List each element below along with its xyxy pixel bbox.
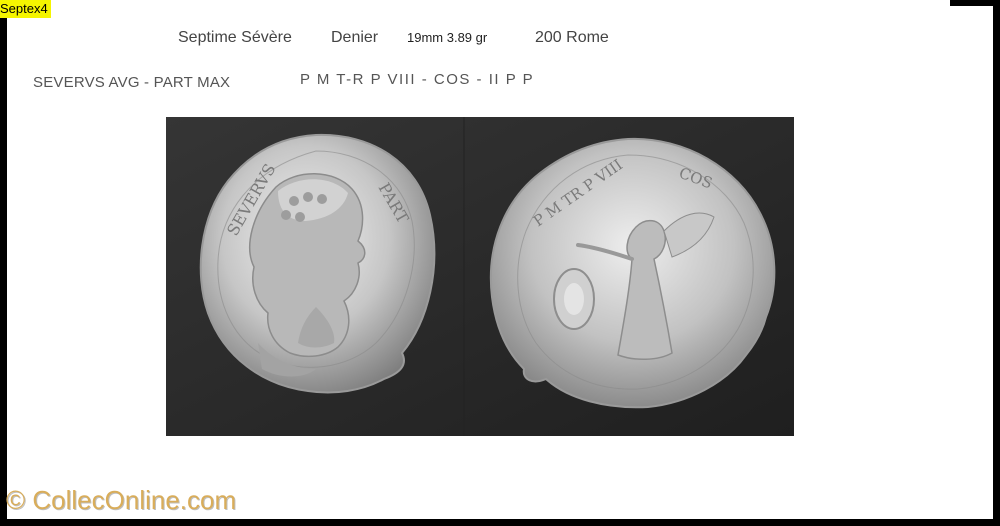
watermark: © CollecOnline.com xyxy=(6,485,237,515)
reverse-legend: P M T-R P VIII - COS - II P P xyxy=(300,71,535,88)
left-border xyxy=(0,18,7,526)
label-tag: Septex4 xyxy=(0,0,51,18)
obverse-legend: SEVERVS AVG - PART MAX xyxy=(33,74,231,91)
right-border xyxy=(993,0,1000,526)
coin-ruler-name: Septime Sévère xyxy=(178,29,292,46)
coin-photo: SEVERVS PART P M TR P VIII COS xyxy=(166,117,794,436)
bottom-border xyxy=(0,519,1000,526)
coin-size-weight: 19mm 3.89 gr xyxy=(407,30,488,45)
coin-denomination: Denier xyxy=(331,29,379,46)
reverse-coin: P M TR P VIII COS xyxy=(489,137,776,409)
obverse-coin: SEVERVS PART xyxy=(199,133,436,394)
coin-date-mint: 200 Rome xyxy=(535,29,609,46)
